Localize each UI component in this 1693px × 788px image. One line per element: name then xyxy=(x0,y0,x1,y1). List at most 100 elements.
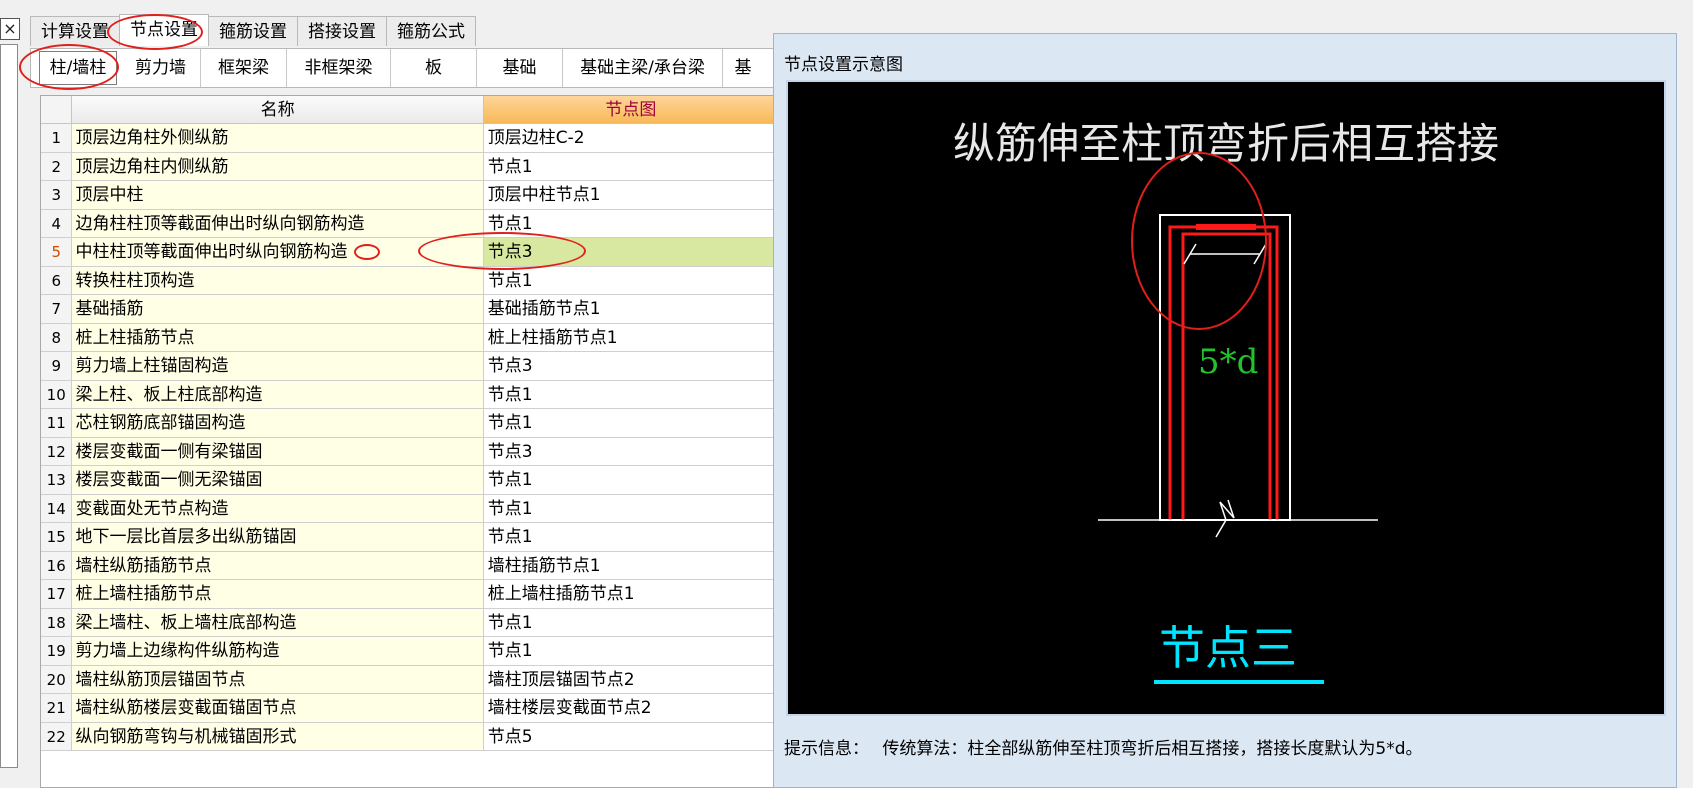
row-name: 剪力墙上柱锚固构造 xyxy=(72,352,484,381)
subtab-more[interactable]: 基 xyxy=(723,49,763,87)
table-row[interactable]: 22 纵向钢筋弯钩与机械锚固形式 节点5 xyxy=(41,722,779,751)
table-row[interactable]: 14 变截面处无节点构造 节点1 xyxy=(41,494,779,523)
table-row[interactable]: 2 顶层边角柱内侧纵筋 节点1 xyxy=(41,152,779,181)
row-node-select[interactable]: 墙柱顶层锚固节点2 xyxy=(483,665,779,694)
row-node-select[interactable]: 墙柱楼层变截面节点2 xyxy=(483,694,779,723)
table-row[interactable]: 19 剪力墙上边缘构件纵筋构造 节点1 xyxy=(41,637,779,666)
row-node-select[interactable]: 节点1 xyxy=(483,637,779,666)
left-panel-edge xyxy=(0,44,18,768)
table-row[interactable]: 16 墙柱纵筋插筋节点 墙柱插筋节点1 xyxy=(41,551,779,580)
row-index: 6 xyxy=(41,266,73,295)
header-name[interactable]: 名称 xyxy=(72,96,484,124)
row-index: 7 xyxy=(41,295,73,324)
row-name: 梁上柱、板上柱底部构造 xyxy=(72,380,484,409)
row-node-select[interactable]: 节点3 xyxy=(483,437,779,466)
row-node-select[interactable]: 节点5 xyxy=(483,722,779,751)
row-name: 墙柱纵筋顶层锚固节点 xyxy=(72,665,484,694)
table-row[interactable]: 9 剪力墙上柱锚固构造 节点3 xyxy=(41,352,779,381)
table-row[interactable]: 15 地下一层比首层多出纵筋锚固 节点1 xyxy=(41,523,779,552)
table-row[interactable]: 20 墙柱纵筋顶层锚固节点 墙柱顶层锚固节点2 xyxy=(41,665,779,694)
dimension-label: 5*d xyxy=(1198,342,1259,382)
table-row[interactable]: 21 墙柱纵筋楼层变截面锚固节点 墙柱楼层变截面节点2 xyxy=(41,694,779,723)
row-index: 8 xyxy=(41,323,73,352)
component-tab-bar: 柱/墙柱 剪力墙 框架梁 非框架梁 板 基础 基础主梁/承台梁 基 xyxy=(30,48,775,88)
hint-bar: 提示信息： 传统算法：柱全部纵筋伸至柱顶弯折后相互搭接，搭接长度默认为5*d。 xyxy=(784,734,1423,759)
header-node[interactable]: 节点图 xyxy=(483,96,779,124)
row-index: 10 xyxy=(41,380,73,409)
row-name: 剪力墙上边缘构件纵筋构造 xyxy=(72,637,484,666)
row-name: 桩上柱插筋节点 xyxy=(72,323,484,352)
hint-text: 传统算法：柱全部纵筋伸至柱顶弯折后相互搭接，搭接长度默认为5*d。 xyxy=(882,739,1423,759)
row-index: 14 xyxy=(41,494,73,523)
row-index: 4 xyxy=(41,209,73,238)
row-node-select[interactable]: 节点3 xyxy=(483,238,779,267)
node-label-underline xyxy=(1154,680,1324,684)
row-name: 楼层变截面一侧无梁锚固 xyxy=(72,466,484,495)
row-node-select[interactable]: 节点1 xyxy=(483,380,779,409)
table-row[interactable]: 3 顶层中柱 顶层中柱节点1 xyxy=(41,181,779,210)
node-diagram-dialog: 节点设置示意图 纵筋伸至柱顶弯折后相互搭接 5*d 节点三 提示信息： 传统算法… xyxy=(773,33,1677,788)
row-node-select[interactable]: 桩上柱插筋节点1 xyxy=(483,323,779,352)
row-name: 顶层边角柱内侧纵筋 xyxy=(72,152,484,181)
subtab-column[interactable]: 柱/墙柱 xyxy=(39,51,117,85)
row-node-select[interactable]: 节点3 xyxy=(483,352,779,381)
tab-node-settings[interactable]: 节点设置 xyxy=(119,14,209,46)
close-button[interactable]: × xyxy=(0,18,20,40)
table-row[interactable]: 18 梁上墙柱、板上墙柱底部构造 节点1 xyxy=(41,608,779,637)
row-index: 9 xyxy=(41,352,73,381)
table-row[interactable]: 1 顶层边角柱外侧纵筋 顶层边柱C-2 xyxy=(41,124,779,153)
row-node-select[interactable]: 节点1 xyxy=(483,466,779,495)
table-row[interactable]: 10 梁上柱、板上柱底部构造 节点1 xyxy=(41,380,779,409)
row-name: 楼层变截面一侧有梁锚固 xyxy=(72,437,484,466)
subtab-frame-beam[interactable]: 框架梁 xyxy=(201,49,287,87)
row-index: 2 xyxy=(41,152,73,181)
tab-stirrup-settings[interactable]: 箍筋设置 xyxy=(208,16,298,46)
hint-label: 提示信息： xyxy=(784,739,869,759)
row-name: 梁上墙柱、板上墙柱底部构造 xyxy=(72,608,484,637)
row-index: 12 xyxy=(41,437,73,466)
row-node-select[interactable]: 顶层边柱C-2 xyxy=(483,124,779,153)
table-row[interactable]: 12 楼层变截面一侧有梁锚固 节点3 xyxy=(41,437,779,466)
table-row[interactable]: 8 桩上柱插筋节点 桩上柱插筋节点1 xyxy=(41,323,779,352)
row-node-select[interactable]: 墙柱插筋节点1 xyxy=(483,551,779,580)
table-row[interactable]: 6 转换柱柱顶构造 节点1 xyxy=(41,266,779,295)
row-node-select[interactable]: 桩上墙柱插筋节点1 xyxy=(483,580,779,609)
table-row[interactable]: 5 中柱柱顶等截面伸出时纵向钢筋构造 节点3 xyxy=(41,238,779,267)
row-name: 顶层中柱 xyxy=(72,181,484,210)
row-index: 5 xyxy=(41,238,73,267)
table-row[interactable]: 13 楼层变截面一侧无梁锚固 节点1 xyxy=(41,466,779,495)
row-node-select[interactable]: 节点1 xyxy=(483,152,779,181)
row-index: 1 xyxy=(41,124,73,153)
row-node-select[interactable]: 节点1 xyxy=(483,608,779,637)
subtab-shear-wall[interactable]: 剪力墙 xyxy=(121,49,201,87)
row-index: 13 xyxy=(41,466,73,495)
dialog-title: 节点设置示意图 xyxy=(784,55,903,75)
row-name: 墙柱纵筋楼层变截面锚固节点 xyxy=(72,694,484,723)
settings-tab-bar: 计算设置 节点设置 箍筋设置 搭接设置 箍筋公式 xyxy=(30,14,476,46)
tab-calc-settings[interactable]: 计算设置 xyxy=(30,16,120,46)
row-name: 转换柱柱顶构造 xyxy=(72,266,484,295)
row-index: 16 xyxy=(41,551,73,580)
table-row[interactable]: 7 基础插筋 基础插筋节点1 xyxy=(41,295,779,324)
row-node-select[interactable]: 节点1 xyxy=(483,523,779,552)
row-node-select[interactable]: 基础插筋节点1 xyxy=(483,295,779,324)
subtab-slab[interactable]: 板 xyxy=(391,49,477,87)
subtab-foundation-beam[interactable]: 基础主梁/承台梁 xyxy=(563,49,723,87)
table-row[interactable]: 11 芯柱钢筋底部锚固构造 节点1 xyxy=(41,409,779,438)
table-row[interactable]: 4 边角柱柱顶等截面伸出时纵向钢筋构造 节点1 xyxy=(41,209,779,238)
table-row[interactable]: 17 桩上墙柱插筋节点 桩上墙柱插筋节点1 xyxy=(41,580,779,609)
break-symbol xyxy=(1215,499,1235,538)
subtab-nonframe-beam[interactable]: 非框架梁 xyxy=(287,49,391,87)
tab-lap-settings[interactable]: 搭接设置 xyxy=(297,16,387,46)
row-node-select[interactable]: 顶层中柱节点1 xyxy=(483,181,779,210)
row-index: 20 xyxy=(41,665,73,694)
row-name: 地下一层比首层多出纵筋锚固 xyxy=(72,523,484,552)
row-node-select[interactable]: 节点1 xyxy=(483,209,779,238)
row-node-select[interactable]: 节点1 xyxy=(483,494,779,523)
row-node-select[interactable]: 节点1 xyxy=(483,409,779,438)
tab-stirrup-formula[interactable]: 箍筋公式 xyxy=(386,16,476,46)
row-node-select[interactable]: 节点1 xyxy=(483,266,779,295)
node-diagram-canvas: 纵筋伸至柱顶弯折后相互搭接 5*d 节点三 xyxy=(786,80,1666,716)
row-index: 19 xyxy=(41,637,73,666)
subtab-foundation[interactable]: 基础 xyxy=(477,49,563,87)
